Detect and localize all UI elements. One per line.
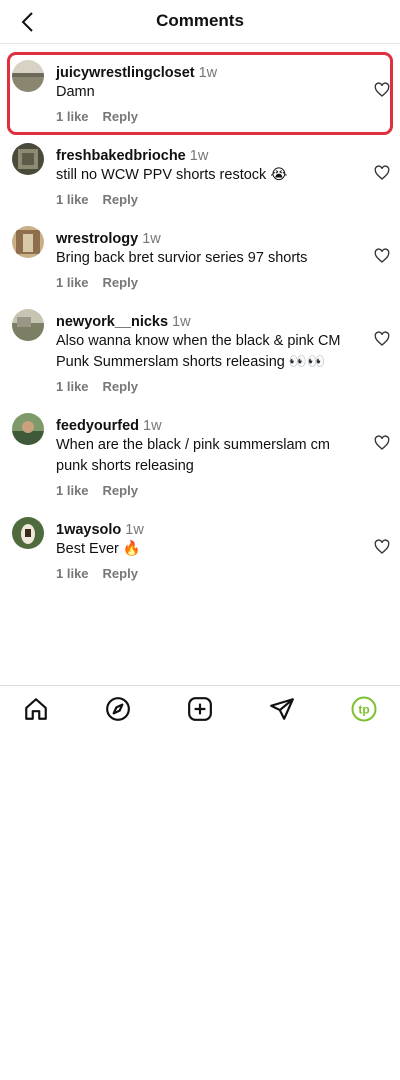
username[interactable]: feedyourfed bbox=[56, 418, 139, 434]
likes-count[interactable]: 1 like bbox=[56, 192, 89, 207]
username[interactable]: juicywrestlingcloset bbox=[56, 65, 195, 81]
avatar-image bbox=[12, 413, 44, 445]
heart-icon[interactable] bbox=[374, 331, 390, 347]
comment-actions: 1 like Reply bbox=[56, 379, 360, 405]
comment-header: juicywrestlingcloset 1w bbox=[56, 52, 360, 82]
comment-actions: 1 like Reply bbox=[56, 109, 360, 135]
home-icon[interactable] bbox=[23, 696, 49, 722]
comment-actions: 1 like Reply bbox=[56, 483, 360, 509]
comment-text: still no WCW PPV shorts restock 😭 bbox=[56, 167, 288, 183]
heart-icon[interactable] bbox=[374, 435, 390, 451]
likes-count[interactable]: 1 like bbox=[56, 109, 89, 124]
explore-icon[interactable] bbox=[105, 696, 131, 722]
bottom-tab-bar: tp bbox=[0, 685, 400, 731]
username[interactable]: freshbakedbrioche bbox=[56, 148, 186, 164]
comment-header: feedyourfed 1w bbox=[56, 405, 360, 435]
reply-button[interactable]: Reply bbox=[103, 483, 138, 498]
reply-button[interactable]: Reply bbox=[103, 192, 138, 207]
username[interactable]: wrestrology bbox=[56, 231, 138, 247]
timestamp: 1w bbox=[172, 314, 191, 330]
comment-header: newyork__nicks 1w bbox=[56, 301, 360, 331]
username[interactable]: newyork__nicks bbox=[56, 314, 168, 330]
comment-item: feedyourfed 1w When are the black / pink … bbox=[0, 405, 400, 509]
profile-icon[interactable]: tp bbox=[351, 696, 377, 722]
heart-icon[interactable] bbox=[374, 248, 390, 264]
comment-actions: 1 like Reply bbox=[56, 275, 360, 301]
avatar-image bbox=[12, 309, 44, 341]
username[interactable]: 1waysolo bbox=[56, 522, 121, 538]
comment-actions: 1 like Reply bbox=[56, 566, 360, 592]
comment-item: juicywrestlingcloset 1w Damn 1 like Reply bbox=[7, 52, 393, 135]
avatar[interactable] bbox=[12, 309, 44, 341]
send-icon[interactable] bbox=[269, 696, 295, 722]
avatar[interactable] bbox=[12, 60, 44, 92]
comment-item: freshbakedbrioche 1w still no WCW PPV sho… bbox=[0, 135, 400, 218]
likes-count[interactable]: 1 like bbox=[56, 566, 89, 581]
reply-button[interactable]: Reply bbox=[103, 379, 138, 394]
create-icon[interactable] bbox=[187, 696, 213, 722]
timestamp: 1w bbox=[189, 148, 209, 164]
likes-count[interactable]: 1 like bbox=[56, 379, 89, 394]
comment-header: freshbakedbrioche 1w bbox=[56, 135, 360, 165]
comment-item: wrestrology 1w Bring back bret survior se… bbox=[0, 218, 400, 301]
comment-item: 1waysolo 1w Best Ever 🔥 1 like Reply bbox=[0, 509, 400, 592]
reply-button[interactable]: Reply bbox=[103, 566, 138, 581]
timestamp: 1w bbox=[143, 418, 162, 434]
avatar[interactable] bbox=[12, 517, 44, 549]
comment-text: Bring back bret survior series 97 shorts bbox=[56, 250, 308, 266]
avatar-image bbox=[12, 60, 44, 92]
timestamp: 1w bbox=[198, 65, 218, 81]
profile-badge-text: tp bbox=[358, 703, 369, 717]
avatar[interactable] bbox=[12, 143, 44, 175]
avatar-image bbox=[12, 517, 44, 549]
comment-text: Also wanna know when the black & pink CM… bbox=[56, 333, 341, 370]
reply-button[interactable]: Reply bbox=[103, 109, 138, 124]
comment-text: Best Ever 🔥 bbox=[56, 541, 141, 557]
page-title: Comments bbox=[156, 11, 244, 30]
comment-actions: 1 like Reply bbox=[56, 192, 360, 218]
likes-count[interactable]: 1 like bbox=[56, 275, 89, 290]
comment-list: juicywrestlingcloset 1w Damn 1 like Reply … bbox=[0, 52, 400, 592]
comment-header: 1waysolo 1w bbox=[56, 509, 360, 539]
comment-text: Damn bbox=[56, 84, 95, 100]
avatar[interactable] bbox=[12, 226, 44, 258]
comment-header: wrestrology 1w bbox=[56, 218, 360, 248]
timestamp: 1w bbox=[125, 522, 144, 538]
heart-icon[interactable] bbox=[374, 82, 390, 98]
heart-icon[interactable] bbox=[374, 165, 390, 181]
likes-count[interactable]: 1 like bbox=[56, 483, 89, 498]
top-bar: Comments bbox=[0, 0, 400, 44]
comment-text: When are the black / pink summerslam cm … bbox=[56, 437, 330, 474]
avatar-image bbox=[12, 143, 44, 175]
avatar[interactable] bbox=[12, 413, 44, 445]
heart-icon[interactable] bbox=[374, 539, 390, 555]
reply-button[interactable]: Reply bbox=[103, 275, 138, 290]
comment-item: newyork__nicks 1w Also wanna know when th… bbox=[0, 301, 400, 405]
timestamp: 1w bbox=[142, 231, 161, 247]
avatar-image bbox=[12, 226, 44, 258]
